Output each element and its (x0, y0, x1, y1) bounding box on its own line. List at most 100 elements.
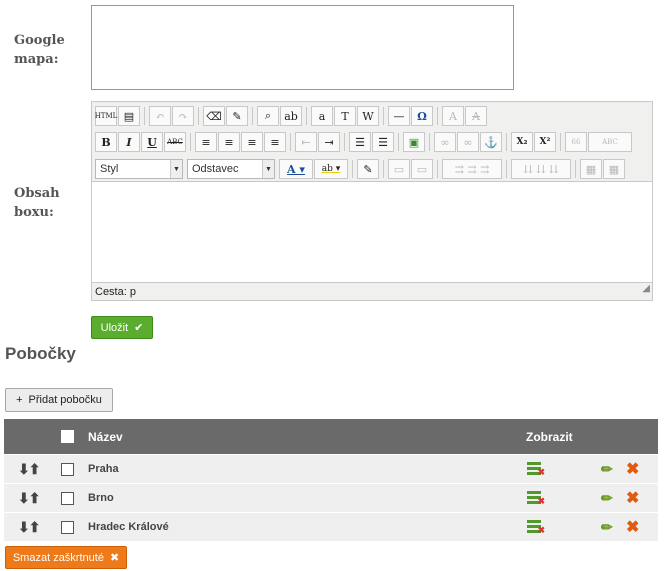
italic-button[interactable]: I (118, 132, 140, 152)
editor-content-area[interactable] (92, 182, 652, 282)
underline-button[interactable]: U (141, 132, 163, 152)
layer-move-icon[interactable]: ▭ (411, 159, 433, 179)
highlight-color-icon[interactable]: ab ▾ (314, 159, 348, 179)
indent-icon[interactable]: ⇥ (318, 132, 340, 152)
row-checkbox[interactable] (61, 520, 74, 534)
delete-x-icon[interactable]: ✖ (626, 455, 639, 483)
edit-pencil-icon[interactable]: ✏ (601, 513, 613, 541)
delete-x-icon[interactable]: ✖ (626, 513, 639, 541)
toolbar-separator (252, 107, 254, 125)
google-map-textarea[interactable] (91, 5, 514, 90)
toolbar-separator (560, 133, 562, 151)
toolbar-separator (198, 107, 200, 125)
toolbar-separator (290, 133, 292, 151)
row-checkbox[interactable] (61, 462, 74, 476)
chevron-down-icon: ▼ (262, 160, 274, 178)
bullet-list-icon[interactable]: ☰ (349, 132, 371, 152)
show-list-icon[interactable]: ✖ (527, 513, 545, 541)
redo-icon[interactable]: ↷ (172, 106, 194, 126)
row-checkbox[interactable] (61, 491, 74, 505)
table-row: ⬇⬆ Hradec Králové ✖ ✏ ✖ (4, 512, 658, 541)
format-select[interactable]: Odstavec ▼ (187, 159, 275, 179)
template-icon[interactable]: ▤ (118, 106, 140, 126)
align-right-icon[interactable]: ≡ (241, 132, 263, 152)
resize-handle-icon[interactable]: ◢ (642, 280, 650, 298)
align-center-icon[interactable]: ≡ (218, 132, 240, 152)
editor-path: Cesta: p (95, 286, 136, 298)
paste-word-icon[interactable]: W (357, 106, 379, 126)
table-props-icon[interactable]: ▦ (603, 159, 625, 179)
superscript-button[interactable]: X² (534, 132, 556, 152)
toolbar-separator (190, 133, 192, 151)
edit-pencil-icon[interactable]: ✏ (601, 484, 613, 512)
google-map-label-line1: Google (14, 33, 65, 48)
save-button-label: Uložit (100, 321, 129, 334)
table-row-tools-icon[interactable]: ⇉ ⇉ ⇉ (442, 159, 502, 179)
select-all-checkbox-cell (61, 419, 74, 454)
strike-color-disabled-icon[interactable]: A (465, 106, 487, 126)
toolbar-separator (144, 107, 146, 125)
select-all-icon[interactable]: a (311, 106, 333, 126)
editor-toolbar: HTML ▤ ↶ ↷ ⌫ ✎ ⌕ ab a T W — Ω A A B I U (92, 102, 652, 182)
subscript-button[interactable]: X₂ (511, 132, 533, 152)
style-select[interactable]: Styl ▼ (95, 159, 183, 179)
anchor-icon[interactable]: ⚓ (480, 132, 502, 152)
content-label-line1: Obsah (14, 186, 60, 201)
blockquote-icon[interactable]: 66 (565, 132, 587, 152)
undo-icon[interactable]: ↶ (149, 106, 171, 126)
delete-checked-button[interactable]: Smazat zaškrtnuté ✖ (5, 546, 127, 569)
style-select-value: Styl (100, 163, 119, 175)
unlink-icon[interactable]: ∞ (457, 132, 479, 152)
content-label: Obsah boxu: (14, 184, 60, 222)
toolbar-separator (352, 160, 354, 178)
col-show-header: Zobrazit (526, 429, 573, 444)
paste-text-icon[interactable]: T (334, 106, 356, 126)
delete-x-icon[interactable]: ✖ (626, 484, 639, 512)
html-source-button[interactable]: HTML (95, 106, 117, 126)
save-button[interactable]: Uložit ✔ (91, 316, 153, 339)
find-icon[interactable]: ⌕ (257, 106, 279, 126)
outdent-icon[interactable]: ⇤ (295, 132, 317, 152)
image-icon[interactable]: ▣ (403, 132, 425, 152)
link-icon[interactable]: ∞ (434, 132, 456, 152)
google-map-label-line2: mapa: (14, 52, 59, 67)
table-icon[interactable]: ▦ (580, 159, 602, 179)
edit-pencil-icon[interactable]: ✏ (601, 455, 613, 483)
format-select-value: Odstavec (192, 163, 239, 175)
table-row: ⬇⬆ Brno ✖ ✏ ✖ (4, 483, 658, 512)
toolbar-separator (383, 107, 385, 125)
special-char-icon[interactable]: Ω (411, 106, 433, 126)
edit-css-icon[interactable]: ✎ (357, 159, 379, 179)
col-name-header[interactable]: Název (88, 419, 123, 454)
move-arrows-icon[interactable]: ⬇⬆ (18, 513, 40, 541)
row-checkbox-cell (61, 455, 74, 483)
layer-icon[interactable]: ▭ (388, 159, 410, 179)
clean-icon[interactable]: ✎ (226, 106, 248, 126)
horizontal-rule-icon[interactable]: — (388, 106, 410, 126)
show-list-icon[interactable]: ✖ (527, 455, 545, 483)
table-row: ⬇⬆ Praha ✖ ✏ ✖ (4, 454, 658, 483)
row-name: Hradec Králové (88, 521, 169, 533)
text-color-disabled-icon[interactable]: A (442, 106, 464, 126)
chevron-down-icon: ▼ (170, 160, 182, 178)
move-arrows-icon[interactable]: ⬇⬆ (18, 484, 40, 512)
numbered-list-icon[interactable]: ☰ (372, 132, 394, 152)
select-all-checkbox[interactable] (61, 430, 74, 443)
toolbar-separator (306, 107, 308, 125)
toolbar-separator (429, 133, 431, 151)
align-left-icon[interactable]: ≡ (195, 132, 217, 152)
align-justify-icon[interactable]: ≡ (264, 132, 286, 152)
abbreviation-icon[interactable]: ABC (588, 132, 632, 152)
strikethrough-button[interactable]: ABC (164, 132, 186, 152)
table-col-tools-icon[interactable]: ⇊ ⇊ ⇊ (511, 159, 571, 179)
add-branch-label: Přidat pobočku (28, 394, 102, 406)
eraser-icon[interactable]: ⌫ (203, 106, 225, 126)
text-color-icon[interactable]: A ▾ (279, 159, 313, 179)
show-list-icon[interactable]: ✖ (527, 484, 545, 512)
toolbar-separator (437, 160, 439, 178)
move-arrows-icon[interactable]: ⬇⬆ (18, 455, 40, 483)
bold-button[interactable]: B (95, 132, 117, 152)
toolbar-separator (437, 107, 439, 125)
replace-icon[interactable]: ab (280, 106, 302, 126)
add-branch-button[interactable]: + Přidat pobočku (5, 388, 113, 412)
